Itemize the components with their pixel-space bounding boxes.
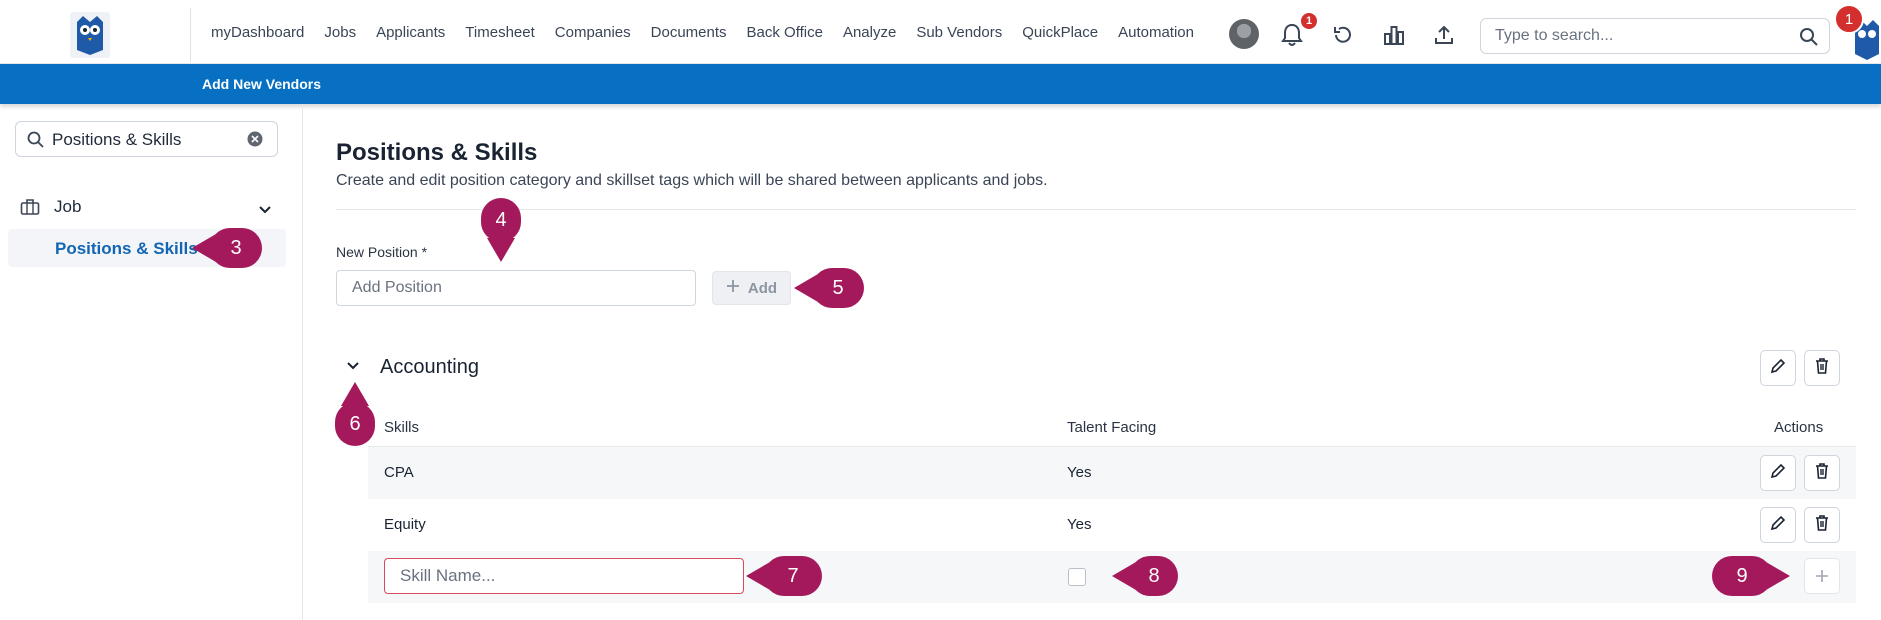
settings-sidebar: Job Positions & Skills: [0, 104, 303, 620]
talent-facing-value: Yes: [1067, 516, 1092, 533]
delete-skill-button[interactable]: [1804, 455, 1840, 491]
trash-icon: [1813, 462, 1831, 485]
pencil-icon: [1769, 514, 1787, 537]
talent-facing-value: Yes: [1067, 464, 1092, 481]
global-search-input[interactable]: [1495, 27, 1775, 45]
main-nav: myDashboard Jobs Applicants Timesheet Co…: [211, 24, 1214, 41]
chevron-down-icon[interactable]: [258, 200, 272, 220]
global-search: [1480, 18, 1830, 54]
step-marker-6: 6: [335, 382, 375, 446]
column-header-talent-facing[interactable]: Talent Facing: [1067, 419, 1156, 436]
column-header-skills[interactable]: Skills: [384, 419, 419, 436]
step-marker-3: 3: [192, 228, 262, 268]
plus-icon: [1815, 563, 1829, 589]
column-header-actions: Actions: [1774, 419, 1824, 436]
step-marker-4: 4: [481, 198, 521, 262]
notification-badge: 1: [1301, 13, 1317, 29]
top-navbar: myDashboard Jobs Applicants Timesheet Co…: [0, 0, 1881, 64]
nav-item-mydashboard[interactable]: myDashboard: [211, 24, 304, 41]
nav-item-jobs[interactable]: Jobs: [324, 24, 356, 41]
nav-item-timesheet[interactable]: Timesheet: [465, 24, 534, 41]
collapse-chevron-icon[interactable]: [346, 358, 360, 376]
plus-icon: [726, 279, 740, 297]
nav-item-quickplace[interactable]: QuickPlace: [1022, 24, 1098, 41]
pencil-icon: [1769, 462, 1787, 485]
nav-item-applicants[interactable]: Applicants: [376, 24, 445, 41]
sidebar-group-label: Job: [54, 197, 82, 216]
analytics-icon[interactable]: [1382, 23, 1406, 52]
pencil-icon: [1769, 357, 1787, 380]
skill-name: CPA: [384, 464, 414, 481]
clear-search-icon[interactable]: [247, 131, 263, 152]
trash-icon: [1813, 514, 1831, 537]
skill-name: Equity: [384, 516, 426, 533]
history-icon[interactable]: [1331, 23, 1355, 52]
step-marker-8: 8: [1112, 556, 1178, 596]
page-title: Positions & Skills: [336, 139, 538, 166]
talent-facing-checkbox[interactable]: [1068, 568, 1086, 586]
bell-icon[interactable]: [1280, 22, 1304, 53]
user-avatar[interactable]: [1229, 19, 1259, 49]
nav-divider: [190, 8, 191, 62]
sidebar-search-input[interactable]: [52, 130, 232, 150]
nav-item-documents[interactable]: Documents: [651, 24, 727, 41]
sidebar-search: [15, 121, 278, 157]
edit-category-button[interactable]: [1760, 350, 1796, 386]
page-subtitle: Create and edit position category and sk…: [336, 172, 1048, 189]
nav-item-companies[interactable]: Companies: [555, 24, 631, 41]
add-skill-button[interactable]: [1804, 558, 1840, 594]
nav-item-automation[interactable]: Automation: [1118, 24, 1194, 41]
delete-skill-button[interactable]: [1804, 507, 1840, 543]
step-marker-5: 5: [794, 268, 864, 308]
skill-name-input[interactable]: [384, 558, 744, 594]
edit-skill-button[interactable]: [1760, 455, 1796, 491]
sub-toolbar: Add New Vendors: [0, 64, 1881, 104]
add-button-label: Add: [747, 279, 778, 297]
table-row: CPA Yes: [368, 447, 1856, 499]
search-icon[interactable]: [1799, 27, 1819, 52]
step-marker-7: 7: [746, 556, 822, 596]
nav-item-back-office[interactable]: Back Office: [747, 24, 823, 41]
nav-item-analyze[interactable]: Analyze: [843, 24, 896, 41]
category-title: Accounting: [380, 356, 479, 378]
sidebar-item-label: Positions & Skills: [55, 239, 198, 258]
edit-skill-button[interactable]: [1760, 507, 1796, 543]
upload-icon[interactable]: [1432, 23, 1456, 52]
app-logo[interactable]: [70, 12, 110, 58]
table-row: Equity Yes: [368, 499, 1856, 551]
nav-item-sub-vendors[interactable]: Sub Vendors: [916, 24, 1002, 41]
owl-logo-icon: [77, 16, 103, 55]
new-position-input[interactable]: [336, 270, 696, 306]
new-position-label: New Position *: [336, 244, 428, 260]
sidebar-group-job[interactable]: Job: [20, 196, 282, 222]
divider: [336, 209, 1856, 210]
step-marker-9: 9: [1712, 556, 1790, 596]
add-position-button[interactable]: Add: [712, 271, 791, 305]
add-new-vendors-link[interactable]: Add New Vendors: [202, 76, 321, 92]
corner-badge: 1: [1834, 4, 1864, 34]
trash-icon: [1813, 357, 1831, 380]
briefcase-icon: [20, 198, 40, 221]
delete-category-button[interactable]: [1804, 350, 1840, 386]
search-icon: [27, 131, 45, 154]
